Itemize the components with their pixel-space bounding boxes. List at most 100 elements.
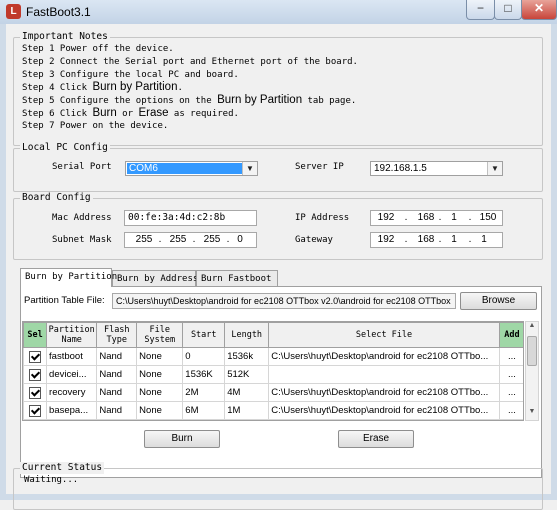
minimize-button[interactable]: −	[466, 0, 495, 20]
mac-address-input[interactable]: 00:fe:3a:4d:c2:8b	[124, 210, 257, 226]
table-scrollbar[interactable]: ▲ ▼	[525, 321, 539, 421]
maximize-button[interactable]: □	[494, 0, 522, 20]
note-step-6-mid: or	[116, 109, 139, 119]
gateway-dot: .	[404, 234, 408, 245]
cell-flash-type: Nand	[96, 401, 138, 420]
check-icon[interactable]	[29, 386, 41, 399]
ip-octet-2: 168	[417, 212, 435, 223]
note-step-5-bold: Burn by Partition	[217, 94, 303, 106]
close-button[interactable]: ✕	[521, 0, 557, 20]
partition-table-file-input[interactable]: C:\Users\huyt\Desktop\android for ec2108…	[112, 293, 456, 309]
table-row[interactable]: fastboot Nand None 0 1536k C:\Users\huyt…	[23, 347, 523, 366]
cell-select-file[interactable]	[268, 365, 500, 384]
cell-flash-type: Nand	[96, 347, 138, 366]
mask-dot: .	[226, 234, 230, 245]
cell-length: 4M	[224, 383, 270, 402]
note-step-6-prefix: Step 6 Click	[22, 109, 93, 119]
table-row[interactable]: devicei... Nand None 1536K 512K ...	[23, 365, 523, 384]
cell-file-system: None	[136, 347, 184, 366]
serial-port-select[interactable]: COM6 ▼	[125, 161, 258, 176]
gateway-label: Gateway	[295, 235, 333, 245]
cell-add[interactable]: ...	[498, 401, 523, 420]
mask-dot: .	[192, 234, 196, 245]
row-checkbox[interactable]	[23, 383, 48, 402]
check-icon[interactable]	[29, 404, 41, 417]
client-area: Important Notes Step 1 Power off the dev…	[6, 24, 551, 510]
header-partition-name: Partition Name	[46, 322, 98, 348]
scroll-down-icon[interactable]: ▼	[527, 408, 537, 420]
cell-start: 1536K	[182, 365, 226, 384]
cell-length: 1M	[224, 401, 270, 420]
mask-octet-1: 255	[135, 234, 153, 245]
ip-octet-4: 150	[479, 212, 497, 223]
cell-partition-name: recovery	[46, 383, 98, 402]
cell-partition-name: basepa...	[46, 401, 98, 420]
header-fs-line2: System	[144, 335, 176, 345]
mac-address-label: Mac Address	[52, 213, 112, 223]
check-icon[interactable]	[29, 350, 41, 363]
row-checkbox[interactable]	[23, 365, 48, 384]
current-status-title: Current Status	[20, 462, 105, 474]
burn-button[interactable]: Burn	[144, 430, 220, 448]
row-checkbox[interactable]	[23, 401, 48, 420]
cell-partition-name: fastboot	[46, 347, 98, 366]
note-step-4-bold: Burn by Partition	[92, 81, 178, 93]
note-step-4-prefix: Step 4 Click	[22, 83, 93, 93]
tab-burn-by-partition[interactable]: Burn by Partition	[20, 268, 117, 287]
gateway-input[interactable]: 192 . 168 . 1 . 1	[370, 232, 503, 248]
note-step-2: Step 2 Connect the Serial port and Ether…	[22, 57, 358, 67]
gateway-dot: .	[468, 234, 472, 245]
erase-button[interactable]: Erase	[338, 430, 414, 448]
tab-burn-fastboot[interactable]: Burn Fastboot	[196, 270, 278, 286]
cell-partition-name: devicei...	[46, 365, 98, 384]
note-step-6-suffix: as required.	[168, 109, 239, 119]
header-sel[interactable]: Sel	[23, 322, 48, 348]
header-flash-line1: Flash	[103, 325, 130, 335]
note-step-5-suffix: tab page.	[302, 96, 357, 106]
cell-select-file[interactable]: C:\Users\huyt\Desktop\android for ec2108…	[268, 347, 500, 366]
gateway-octet-4: 1	[481, 234, 487, 245]
tab-burn-by-address[interactable]: Burn by Address	[112, 270, 198, 286]
header-flash-type: Flash Type	[96, 322, 138, 348]
cell-file-system: None	[136, 401, 184, 420]
ip-dot: .	[438, 212, 442, 223]
cell-length: 1536k	[224, 347, 270, 366]
cell-add[interactable]: ...	[498, 347, 523, 366]
cell-add[interactable]: ...	[498, 365, 523, 384]
table-row[interactable]: recovery Nand None 2M 4M C:\Users\huyt\D…	[23, 383, 523, 402]
cell-flash-type: Nand	[96, 365, 138, 384]
chevron-down-icon[interactable]: ▼	[242, 162, 257, 175]
mask-octet-2: 255	[169, 234, 187, 245]
board-config-title: Board Config	[20, 192, 93, 204]
cell-select-file[interactable]: C:\Users\huyt\Desktop\android for ec2108…	[268, 401, 500, 420]
check-icon[interactable]	[29, 368, 41, 381]
ip-octet-3: 1	[451, 212, 457, 223]
note-step-3: Step 3 Configure the local PC and board.	[22, 70, 239, 80]
partition-table-file-label: Partition Table File:	[24, 295, 105, 306]
scrollbar-thumb[interactable]	[527, 336, 537, 366]
app-logo-icon: L	[6, 4, 21, 19]
note-step-5-prefix: Step 5 Configure the options on the	[22, 96, 218, 106]
cell-select-file[interactable]: C:\Users\huyt\Desktop\android for ec2108…	[268, 383, 500, 402]
table-row[interactable]: basepa... Nand None 6M 1M C:\Users\huyt\…	[23, 401, 523, 420]
local-pc-config-title: Local PC Config	[20, 142, 110, 154]
cell-add[interactable]: ...	[498, 383, 523, 402]
server-ip-select[interactable]: 192.168.1.5 ▼	[370, 161, 503, 176]
header-add[interactable]: Add	[498, 322, 523, 348]
subnet-mask-input[interactable]: 255 . 255 . 255 . 0	[124, 232, 257, 248]
ip-address-input[interactable]: 192 . 168 . 1 . 150	[370, 210, 503, 226]
header-fs-line1: File	[149, 325, 170, 335]
partition-table: Sel Partition Name Flash Type File System S…	[22, 321, 524, 421]
header-flash-line2: Type	[106, 335, 127, 345]
scroll-up-icon[interactable]: ▲	[527, 322, 537, 334]
note-step-1: Step 1 Power off the device.	[22, 44, 174, 54]
row-checkbox[interactable]	[23, 347, 48, 366]
main-window: L FastBoot3.1 − □ ✕ Important Notes Step…	[0, 0, 557, 510]
cell-start: 0	[182, 347, 226, 366]
cell-file-system: None	[136, 383, 184, 402]
ip-address-label: IP Address	[295, 213, 350, 223]
browse-button[interactable]: Browse	[460, 292, 537, 310]
chevron-down-icon[interactable]: ▼	[487, 162, 502, 175]
note-step-4-suffix: .	[177, 83, 183, 93]
title-bar[interactable]: L FastBoot3.1 − □ ✕	[0, 0, 557, 24]
